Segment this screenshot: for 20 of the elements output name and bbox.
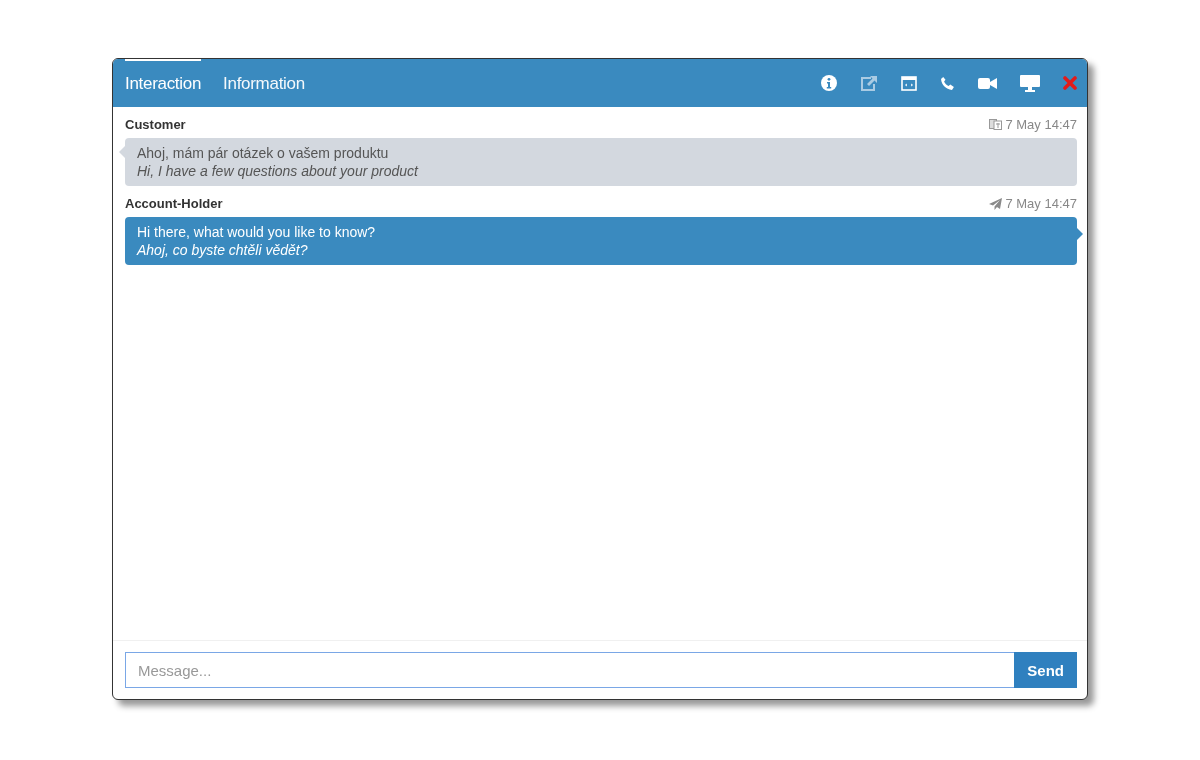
sender-name: Customer [125,117,186,132]
info-icon[interactable] [821,75,837,91]
monitor-icon[interactable] [1020,74,1040,92]
message-translation: Hi, I have a few questions about your product [137,162,420,180]
external-link-icon[interactable] [860,75,878,91]
phone-icon[interactable] [940,75,955,91]
paper-plane-icon [989,197,1003,210]
timestamp: 7 May 14:47 [1005,196,1077,211]
timestamp: 7 May 14:47 [1005,117,1077,132]
send-button[interactable]: Send [1014,652,1077,688]
message-text: Ahoj, mám pár otázek o vašem produktu [137,144,390,162]
translate-icon [989,119,1003,130]
message-translation: Ahoj, co byste chtěli vědět? [137,241,309,259]
browser-window-icon[interactable] [901,75,917,91]
tab[interactable]: Interaction [125,59,202,107]
sender-name: Account-Holder [125,196,223,211]
video-camera-icon[interactable] [978,76,997,90]
tab[interactable]: Information [223,59,305,107]
message-input[interactable]: Message... [125,652,1015,688]
message-text: Hi there, what would you like to know? [137,223,377,241]
